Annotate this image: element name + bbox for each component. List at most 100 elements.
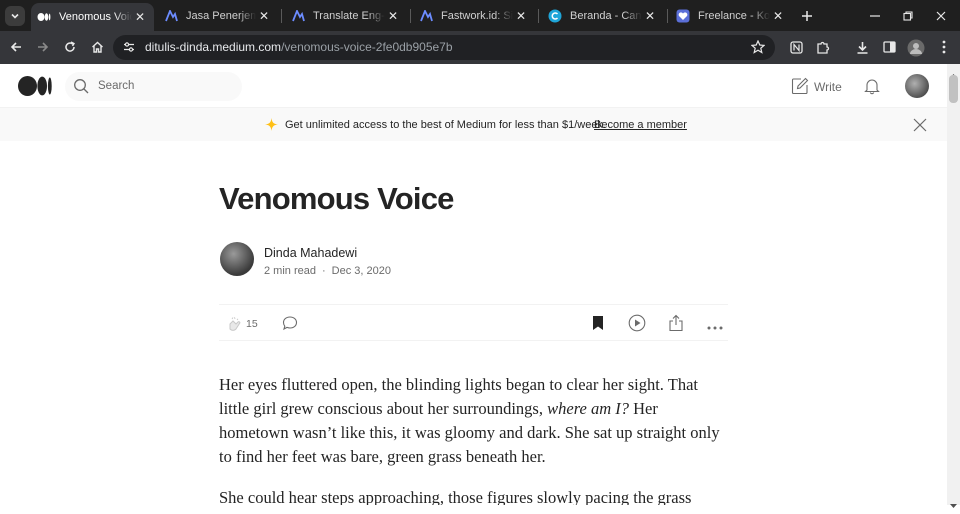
scroll-up-arrow[interactable] (950, 66, 957, 78)
author-avatar[interactable] (220, 242, 254, 276)
play-icon (628, 314, 646, 332)
search-icon (73, 78, 89, 94)
clap-button[interactable] (226, 316, 242, 332)
notifications-button[interactable] (863, 77, 881, 95)
download-icon (857, 41, 867, 54)
tab-divider (538, 9, 539, 23)
back-button[interactable] (6, 37, 26, 57)
heart-icon (676, 9, 690, 23)
close-icon[interactable]: ✕ (513, 9, 529, 23)
user-avatar[interactable] (905, 74, 929, 98)
article-title: Venomous Voice (219, 181, 454, 216)
more-horizontal-icon (707, 326, 723, 330)
profile-avatar-icon (907, 39, 924, 56)
search-input[interactable] (65, 72, 242, 101)
author-name[interactable]: Dinda Mahadewi (264, 246, 357, 260)
restore-button[interactable] (897, 6, 919, 26)
tab-search-button[interactable] (5, 6, 25, 26)
article-paragraph: She could hear steps approaching, those … (219, 488, 692, 505)
close-icon[interactable]: ✕ (385, 9, 401, 23)
article-paragraph: Her eyes fluttered open, the blinding li… (219, 373, 724, 469)
url-host: ditulis-dinda.medium.com (145, 40, 282, 54)
extension-badge-icon (789, 40, 803, 54)
tab-title: Beranda - Canva (570, 10, 642, 22)
banner-text: Get unlimited access to the best of Medi… (285, 119, 606, 131)
become-member-link[interactable]: Become a member (594, 119, 687, 131)
bookmark-icon (593, 316, 603, 330)
star-icon (751, 40, 765, 54)
puzzle-icon (817, 41, 830, 54)
paragraph-italic: where am I? (547, 399, 629, 418)
close-window-button[interactable] (930, 6, 952, 26)
arrow-left-icon (10, 42, 21, 52)
page-scrollbar[interactable] (947, 64, 960, 505)
chevron-down-icon (11, 13, 19, 19)
medium-logo[interactable] (18, 76, 52, 96)
response-button[interactable] (282, 315, 298, 331)
clap-count: 15 (246, 318, 258, 330)
url-path: /venomous-voice-2fe0db905e7b (281, 40, 453, 54)
tab-venomous-voice[interactable]: Venomous Voice. Her eyes fluttered ✕ (31, 3, 154, 31)
article-body: Her eyes fluttered open, the blinding li… (219, 373, 724, 505)
kebab-menu-icon (942, 40, 946, 54)
extensions-button[interactable] (814, 38, 832, 56)
clap-icon (229, 317, 241, 331)
reader-extension-button[interactable] (787, 38, 805, 56)
tab-title: Fastwork.id: Situs Freelance (441, 10, 513, 22)
reload-button[interactable] (60, 37, 80, 57)
article-meta: 2 min read · Dec 3, 2020 (264, 265, 391, 277)
close-icon[interactable]: ✕ (256, 9, 272, 23)
downloads-button[interactable] (853, 38, 871, 56)
tab-title: Freelance - Konten (698, 10, 770, 22)
home-button[interactable] (87, 37, 107, 57)
fastwork-icon (291, 9, 305, 23)
reload-icon (65, 41, 75, 52)
publish-date: Dec 3, 2020 (331, 265, 391, 277)
write-icon (791, 77, 809, 95)
tab-title: Venomous Voice. Her eyes fluttered (59, 11, 132, 23)
tune-icon (124, 42, 134, 52)
scrollbar-thumb[interactable] (949, 75, 958, 103)
plus-icon (802, 11, 812, 21)
fastwork-icon (164, 9, 178, 23)
write-label: Write (814, 80, 842, 94)
new-tab-button[interactable] (797, 6, 817, 26)
banner-close-button[interactable] (912, 117, 928, 133)
tab-divider (281, 9, 282, 23)
close-icon[interactable]: ✕ (132, 10, 148, 24)
page-viewport: Search Write Get unlimited access to the… (0, 64, 947, 505)
minimize-icon (870, 15, 880, 17)
forward-button[interactable] (33, 37, 53, 57)
tab-translate[interactable]: Translate Eng-Indo ✕ (285, 4, 407, 28)
tab-canva[interactable]: Beranda - Canva ✕ (542, 4, 664, 28)
restore-icon (903, 11, 913, 21)
sparkle-star-icon (265, 118, 278, 131)
share-icon (669, 314, 683, 332)
side-panel-button[interactable] (880, 38, 898, 56)
tab-title: Jasa Penerjemah & Translator (186, 10, 256, 22)
bookmark-star-button[interactable] (749, 38, 767, 56)
tab-jasa-penerjemah[interactable]: Jasa Penerjemah & Translator ✕ (158, 4, 278, 28)
arrow-right-icon (38, 42, 49, 52)
meta-separator: · (321, 265, 326, 277)
more-options-button[interactable] (707, 319, 723, 330)
close-icon[interactable]: ✕ (642, 9, 658, 23)
scroll-down-arrow[interactable] (950, 496, 957, 508)
listen-button[interactable] (628, 314, 646, 332)
search-placeholder: Search (98, 80, 135, 92)
profile-button[interactable] (906, 38, 925, 57)
comment-icon (282, 316, 298, 331)
url-text[interactable]: ditulis-dinda.medium.com/venomous-voice-… (145, 40, 453, 54)
canva-icon (548, 9, 562, 23)
close-icon (913, 118, 927, 132)
browser-menu-button[interactable] (936, 38, 952, 56)
save-button[interactable] (591, 315, 605, 331)
minimize-button[interactable] (864, 6, 886, 26)
share-button[interactable] (668, 314, 684, 332)
tab-freelance-konten[interactable]: Freelance - Konten ✕ (670, 4, 792, 28)
close-icon[interactable]: ✕ (770, 9, 786, 23)
read-time: 2 min read (264, 265, 316, 277)
site-info-button[interactable] (120, 38, 138, 56)
tab-fastwork[interactable]: Fastwork.id: Situs Freelance ✕ (413, 4, 535, 28)
side-panel-icon (882, 41, 896, 53)
